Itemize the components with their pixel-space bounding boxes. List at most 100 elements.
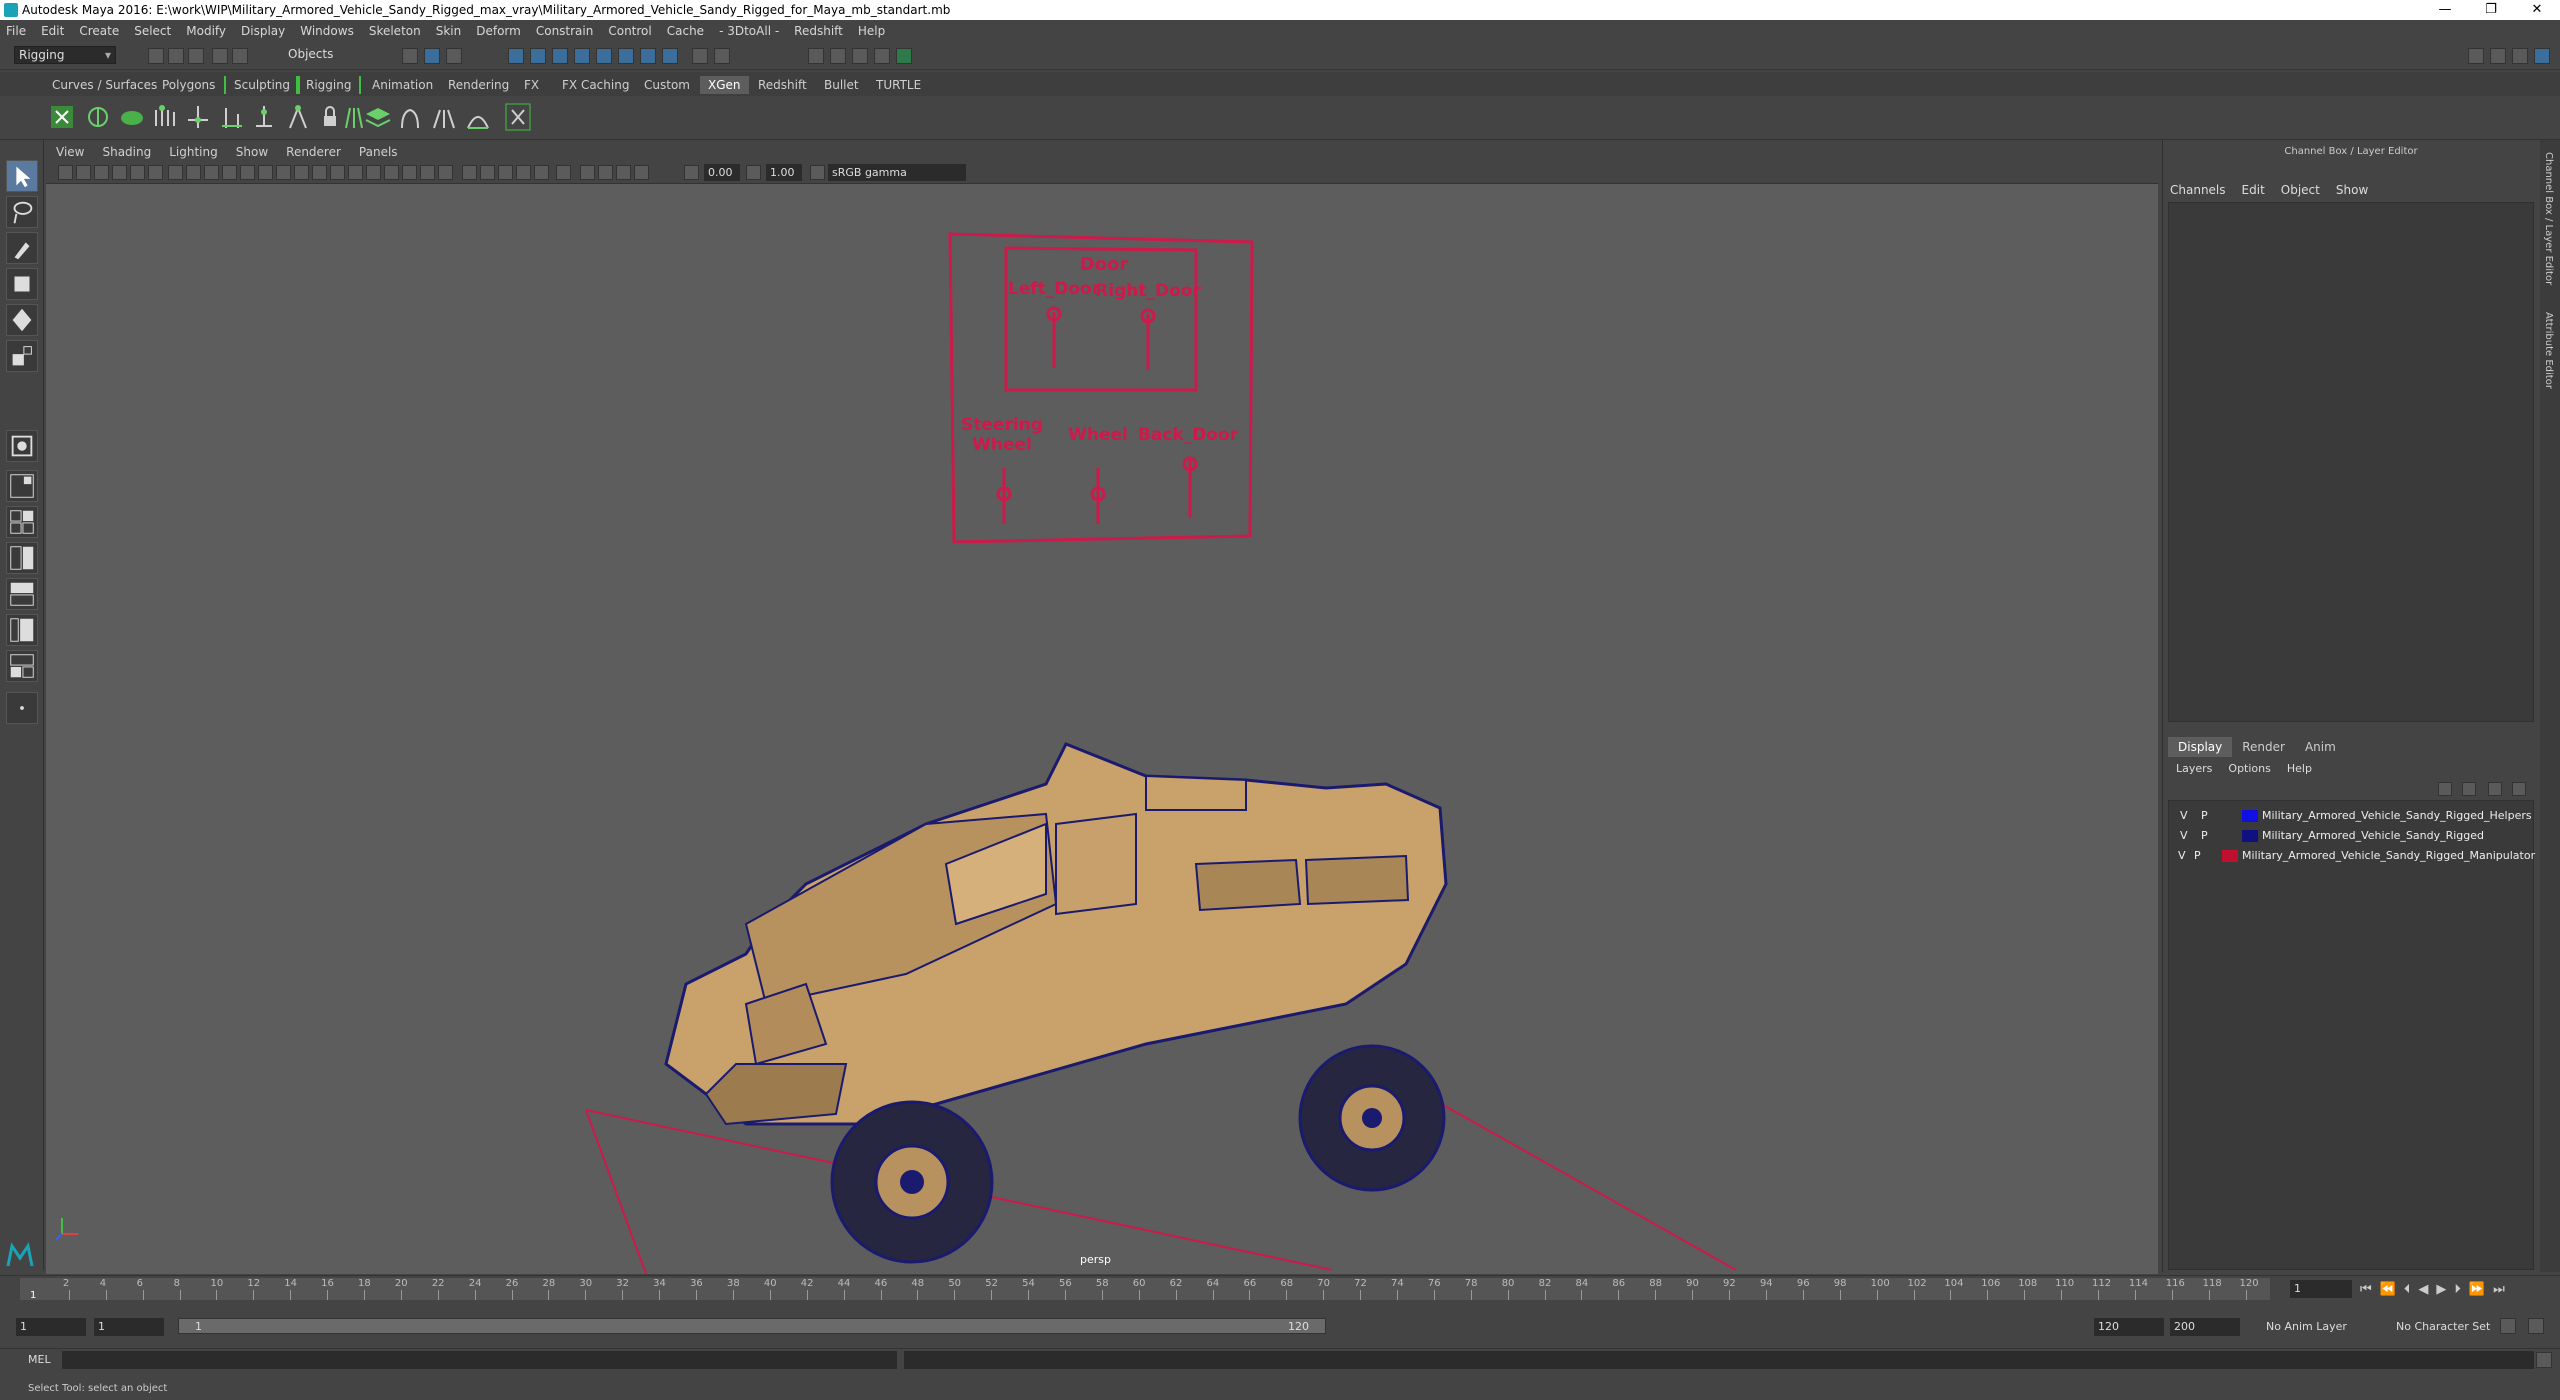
camera-lock-icon[interactable] xyxy=(634,165,649,180)
playback-end-field[interactable]: 120 xyxy=(2094,1318,2164,1336)
wireframe-icon[interactable] xyxy=(294,165,309,180)
layer-menu-layers[interactable]: Layers xyxy=(2176,762,2212,775)
frame-all-icon[interactable] xyxy=(580,165,595,180)
workspace-icon[interactable] xyxy=(2468,48,2484,64)
snap-live-icon[interactable] xyxy=(596,48,612,64)
new-scene-icon[interactable] xyxy=(148,48,164,64)
layout-outliner-persp-icon[interactable] xyxy=(6,614,38,646)
xgen-guide-length-icon[interactable] xyxy=(284,102,312,132)
lasso-tool-icon[interactable] xyxy=(6,196,38,228)
save-scene-icon[interactable] xyxy=(188,48,204,64)
menu-help[interactable]: Help xyxy=(858,24,885,38)
channel-box-menu-edit[interactable]: Edit xyxy=(2242,183,2265,197)
current-time-marker[interactable]: 1 xyxy=(30,1290,36,1301)
go-to-end-icon[interactable]: ⏭ xyxy=(2493,1282,2505,1297)
default-material-icon[interactable] xyxy=(330,165,345,180)
field-chart-icon[interactable] xyxy=(240,165,255,180)
menu-windows[interactable]: Windows xyxy=(300,24,354,38)
grid-toggle-icon[interactable] xyxy=(168,165,183,180)
view-transform-select[interactable]: sRGB gamma xyxy=(828,164,966,181)
layer-color-swatch[interactable] xyxy=(2222,850,2238,862)
safe-title-icon[interactable] xyxy=(276,165,291,180)
menu-3dtoall[interactable]: - 3DtoAll - xyxy=(719,24,779,38)
show-manipulator-tool-icon[interactable] xyxy=(6,430,38,462)
step-forward-key-icon[interactable]: ⏩ xyxy=(2469,1282,2485,1297)
minimize-button[interactable]: — xyxy=(2422,0,2468,20)
shelf-tab-curves-surfaces[interactable]: Curves / Surfaces xyxy=(44,76,165,94)
open-scene-icon[interactable] xyxy=(168,48,184,64)
script-editor-icon[interactable] xyxy=(2536,1352,2552,1368)
panel-menu-panels[interactable]: Panels xyxy=(359,145,398,159)
move-tool-icon[interactable] xyxy=(6,268,38,300)
toolbox-more-icon[interactable] xyxy=(6,692,38,724)
layer-row-rigged[interactable]: V P Military_Armored_Vehicle_Sandy_Rigge… xyxy=(2168,826,2534,846)
persp-viewport[interactable]: Door Left_Door Right_Door Steering Wheel… xyxy=(46,184,2158,1274)
channel-box-menu-show[interactable]: Show xyxy=(2336,183,2368,197)
xgen-delete-guides-icon[interactable] xyxy=(504,102,532,132)
layout-single-icon[interactable] xyxy=(6,470,38,502)
panel-menu-lighting[interactable]: Lighting xyxy=(169,145,218,159)
resolution-gate-icon[interactable] xyxy=(204,165,219,180)
toggle-attribute-editor-icon[interactable] xyxy=(2512,48,2528,64)
render-settings-icon[interactable] xyxy=(852,48,868,64)
menu-file[interactable]: File xyxy=(6,24,26,38)
layout-two-stack-icon[interactable] xyxy=(6,578,38,610)
xray-icon[interactable] xyxy=(366,165,381,180)
frame-selected-icon[interactable] xyxy=(598,165,613,180)
play-forwards-icon[interactable]: ▶ xyxy=(2436,1282,2446,1297)
shelf-tab-turtle[interactable]: TURTLE xyxy=(868,76,929,94)
film-gate-icon[interactable] xyxy=(186,165,201,180)
xgen-layer-icon[interactable] xyxy=(364,102,392,132)
side-tab-attribute-editor[interactable]: Attribute Editor xyxy=(2543,312,2554,389)
image-plane-icon[interactable] xyxy=(112,165,127,180)
select-by-hierarchy-icon[interactable] xyxy=(402,48,418,64)
layer-color-swatch[interactable] xyxy=(2242,810,2258,822)
hypershade-icon[interactable] xyxy=(874,48,890,64)
step-back-frame-icon[interactable]: ⏴ xyxy=(2404,1282,2411,1297)
playback-start-field[interactable]: 1 xyxy=(94,1318,164,1336)
step-back-key-icon[interactable]: ⏪ xyxy=(2380,1282,2396,1297)
two-d-pan-zoom-icon[interactable] xyxy=(130,165,145,180)
shelf-tab-custom[interactable]: Custom xyxy=(636,76,698,94)
channel-box-menu-object[interactable]: Object xyxy=(2281,183,2320,197)
wireframe-on-shaded-icon[interactable] xyxy=(348,165,363,180)
use-all-lights-icon[interactable] xyxy=(420,165,435,180)
shelf-tab-rendering[interactable]: Rendering xyxy=(440,76,517,94)
tab-render[interactable]: Render xyxy=(2232,737,2295,757)
input-ops-icon[interactable] xyxy=(714,48,730,64)
xgen-bend-guides-icon[interactable] xyxy=(396,102,424,132)
close-button[interactable]: ✕ xyxy=(2514,0,2560,20)
color-management-icon[interactable] xyxy=(810,165,825,180)
animation-end-field[interactable]: 200 xyxy=(2170,1318,2240,1336)
menu-deform[interactable]: Deform xyxy=(476,24,521,38)
go-to-start-icon[interactable]: ⏮ xyxy=(2360,1282,2372,1297)
layer-menu-options[interactable]: Options xyxy=(2228,762,2270,775)
select-by-object-icon[interactable] xyxy=(424,48,440,64)
panel-menu-renderer[interactable]: Renderer xyxy=(286,145,341,159)
isolate-select-icon[interactable] xyxy=(534,165,549,180)
layer-color-swatch[interactable] xyxy=(2242,830,2258,842)
menu-control[interactable]: Control xyxy=(608,24,651,38)
xgen-groom-icon[interactable] xyxy=(118,102,146,132)
shelf-tab-sculpting[interactable]: Sculpting xyxy=(224,76,301,94)
toggle-modeling-toolkit-icon[interactable] xyxy=(2490,48,2506,64)
armored-vehicle-model[interactable] xyxy=(664,742,1448,1264)
menu-display[interactable]: Display xyxy=(241,24,285,38)
anim-layer-select[interactable]: No Anim Layer xyxy=(2266,1320,2347,1333)
move-layer-up-icon[interactable] xyxy=(2438,782,2452,796)
multisample-aa-icon[interactable] xyxy=(498,165,513,180)
layout-four-icon[interactable] xyxy=(6,506,38,538)
rotate-tool-icon[interactable] xyxy=(6,304,38,336)
motion-blur-icon[interactable] xyxy=(480,165,495,180)
exposure-field[interactable]: 0.00 xyxy=(704,164,740,181)
safe-action-icon[interactable] xyxy=(258,165,273,180)
layer-visibility-toggle[interactable]: V xyxy=(2180,806,2188,826)
shelf-tab-xgen[interactable]: XGen xyxy=(700,76,749,94)
layer-visibility-toggle[interactable]: V xyxy=(2180,826,2188,846)
xgen-sculpt-guide-icon[interactable] xyxy=(218,102,246,132)
rig-control-board[interactable]: Door Left_Door Right_Door Steering Wheel… xyxy=(948,232,1254,544)
panel-menu-view[interactable]: View xyxy=(56,145,84,159)
redo-icon[interactable] xyxy=(232,48,248,64)
undo-icon[interactable] xyxy=(212,48,228,64)
xray-joints-icon[interactable] xyxy=(384,165,399,180)
